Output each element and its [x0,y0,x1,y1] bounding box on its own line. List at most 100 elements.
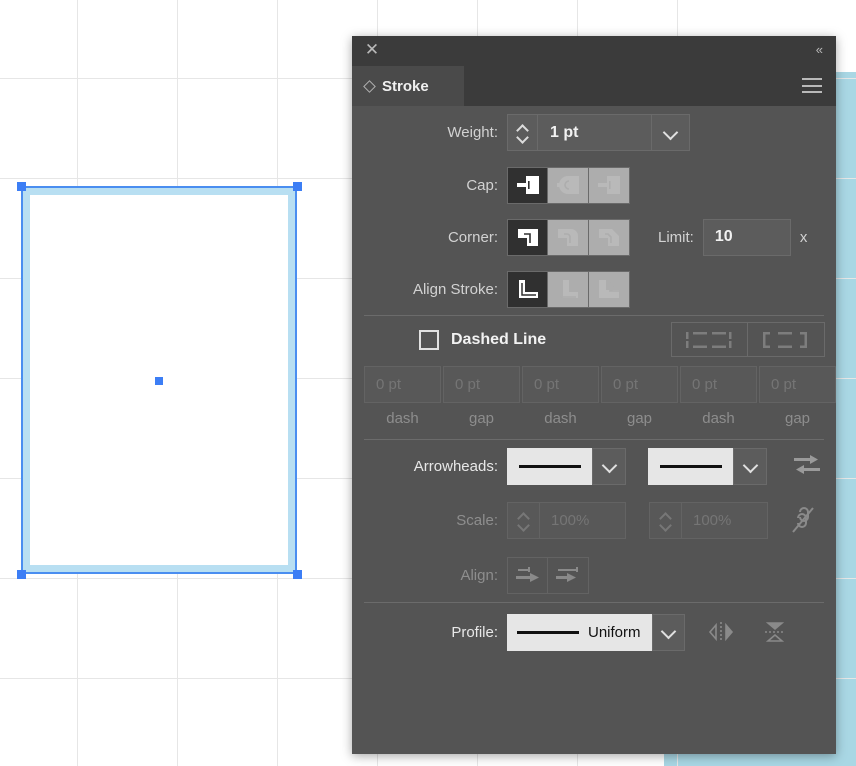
weight-dropdown-button[interactable] [652,114,690,151]
dash-field-cell: 0 pt gap [443,366,520,427]
dash-input-5[interactable]: 0 pt [680,366,757,403]
selection-handle-top-right[interactable] [293,182,302,191]
diamond-icon [363,79,376,93]
corner-button-group[interactable] [507,218,630,256]
dash-sublabel-5: dash [702,410,735,427]
arrowhead-align-group[interactable] [507,556,589,594]
weight-input[interactable]: 1 pt [538,114,652,151]
arrowhead-start-combo[interactable] [507,447,626,485]
scale-end-stepper[interactable] [650,502,682,538]
arrowhead-scale-row: Scale: 100% 100% [352,492,836,548]
dash-field-cell: 0 pt gap [601,366,678,427]
arrowhead-end-preview[interactable] [648,447,733,485]
panel-body: Weight: 1 pt Cap: Corner: Limit: 10 x Al… [352,106,836,661]
extend-arrow-beyond-end-button[interactable] [507,556,548,594]
cap-label: Cap: [466,176,498,194]
dash-sublabel-4: gap [626,410,653,427]
align-stroke-outside-button[interactable] [589,270,630,308]
profile-label: Profile: [451,623,498,641]
panel-header: ✕ « [352,36,836,66]
shape-center-point [155,377,163,385]
hamburger-menu-icon[interactable] [802,78,822,93]
selection-handle-bottom-right[interactable] [293,570,302,579]
tab-stroke[interactable]: Stroke [352,66,464,106]
dash-input-2[interactable]: 0 pt [443,366,520,403]
plain-line-icon [518,464,581,468]
align-stroke-center-button[interactable] [507,270,548,308]
scale-end-input[interactable]: 100% [682,512,731,529]
chevron-up-icon[interactable] [517,125,528,131]
dash-preset-group[interactable] [671,322,825,357]
arrowhead-end-combo[interactable] [648,447,767,485]
profile-value: Uniform [588,623,641,641]
align-stroke-row: Align Stroke: [352,263,836,315]
double-chevron-left-icon[interactable]: « [816,42,823,58]
selection-handle-top-left[interactable] [17,182,26,191]
scale-start-input[interactable]: 100% [540,512,589,529]
dash-align-to-corners-button[interactable] [748,322,825,357]
broken-chain-link-icon[interactable] [790,505,816,535]
align-stroke-inside-button[interactable] [548,270,589,308]
scale-end-control[interactable]: 100% [649,501,768,539]
dash-input-1[interactable]: 0 pt [364,366,441,403]
stroke-panel[interactable]: ✕ « Stroke Weight: 1 pt Cap: Corner: Lim… [352,36,836,754]
cap-butt-button[interactable] [507,166,548,204]
profile-dropdown-button[interactable] [652,613,685,651]
dash-field-cell: 0 pt dash [680,366,757,427]
flip-profile-horizontal-icon[interactable] [707,618,735,646]
dashed-line-row: Dashed Line [352,316,836,364]
weight-label: Weight: [447,124,498,141]
dash-sublabel-2: gap [468,410,495,427]
close-icon[interactable]: ✕ [364,41,380,58]
dash-sublabel-6: gap [784,410,811,427]
chevron-down-icon[interactable] [518,522,529,528]
swap-arrows-icon[interactable] [793,453,821,479]
chevron-down-icon[interactable] [517,134,528,140]
dash-input-6[interactable]: 0 pt [759,366,836,403]
chevron-down-icon [664,129,677,137]
chevron-up-icon[interactable] [518,513,529,519]
uniform-profile-icon [517,630,579,634]
dash-pattern-fields: 0 pt dash 0 pt gap 0 pt dash 0 pt gap 0 … [352,364,836,427]
weight-stepper[interactable] [507,114,538,151]
dash-preserve-exact-lengths-button[interactable] [671,322,748,357]
chevron-down-icon[interactable] [660,522,671,528]
arrowhead-align-label: Align: [460,566,498,584]
weight-row: Weight: 1 pt [352,106,836,159]
chevron-down-icon [603,462,616,470]
arrowheads-label: Arrowheads: [413,457,498,475]
scale-start-stepper[interactable] [508,502,540,538]
place-arrow-at-end-button[interactable] [548,556,589,594]
cap-button-group[interactable] [507,166,630,204]
arrowheads-row: Arrowheads: [352,440,836,492]
corner-miter-button[interactable] [507,218,548,256]
miter-limit-label: Limit: [658,228,694,246]
corner-bevel-button[interactable] [589,218,630,256]
selection-handle-bottom-left[interactable] [17,570,26,579]
cap-projecting-button[interactable] [589,166,630,204]
dash-sublabel-3: dash [544,410,577,427]
scale-start-control[interactable]: 100% [507,501,626,539]
dash-input-3[interactable]: 0 pt [522,366,599,403]
chevron-down-icon [744,462,757,470]
profile-preview[interactable]: Uniform [507,613,652,651]
dash-input-4[interactable]: 0 pt [601,366,678,403]
weight-control[interactable]: 1 pt [507,114,690,151]
corner-round-button[interactable] [548,218,589,256]
arrowhead-align-row: Align: [352,548,836,602]
dashed-line-checkbox[interactable] [419,330,439,350]
dash-sublabel-1: dash [386,410,419,427]
arrowhead-start-dropdown[interactable] [592,447,626,485]
arrowhead-end-dropdown[interactable] [733,447,767,485]
align-stroke-button-group[interactable] [507,270,630,308]
flip-profile-vertical-icon[interactable] [761,618,789,646]
cap-row: Cap: [352,159,836,211]
dash-field-cell: 0 pt dash [364,366,441,427]
miter-limit-input[interactable]: 10 [702,218,791,256]
cap-round-button[interactable] [548,166,589,204]
scale-label: Scale: [456,511,498,529]
miter-limit-unit: x [799,228,808,246]
dashed-line-label: Dashed Line [451,331,547,348]
arrowhead-start-preview[interactable] [507,447,592,485]
chevron-up-icon[interactable] [660,513,671,519]
